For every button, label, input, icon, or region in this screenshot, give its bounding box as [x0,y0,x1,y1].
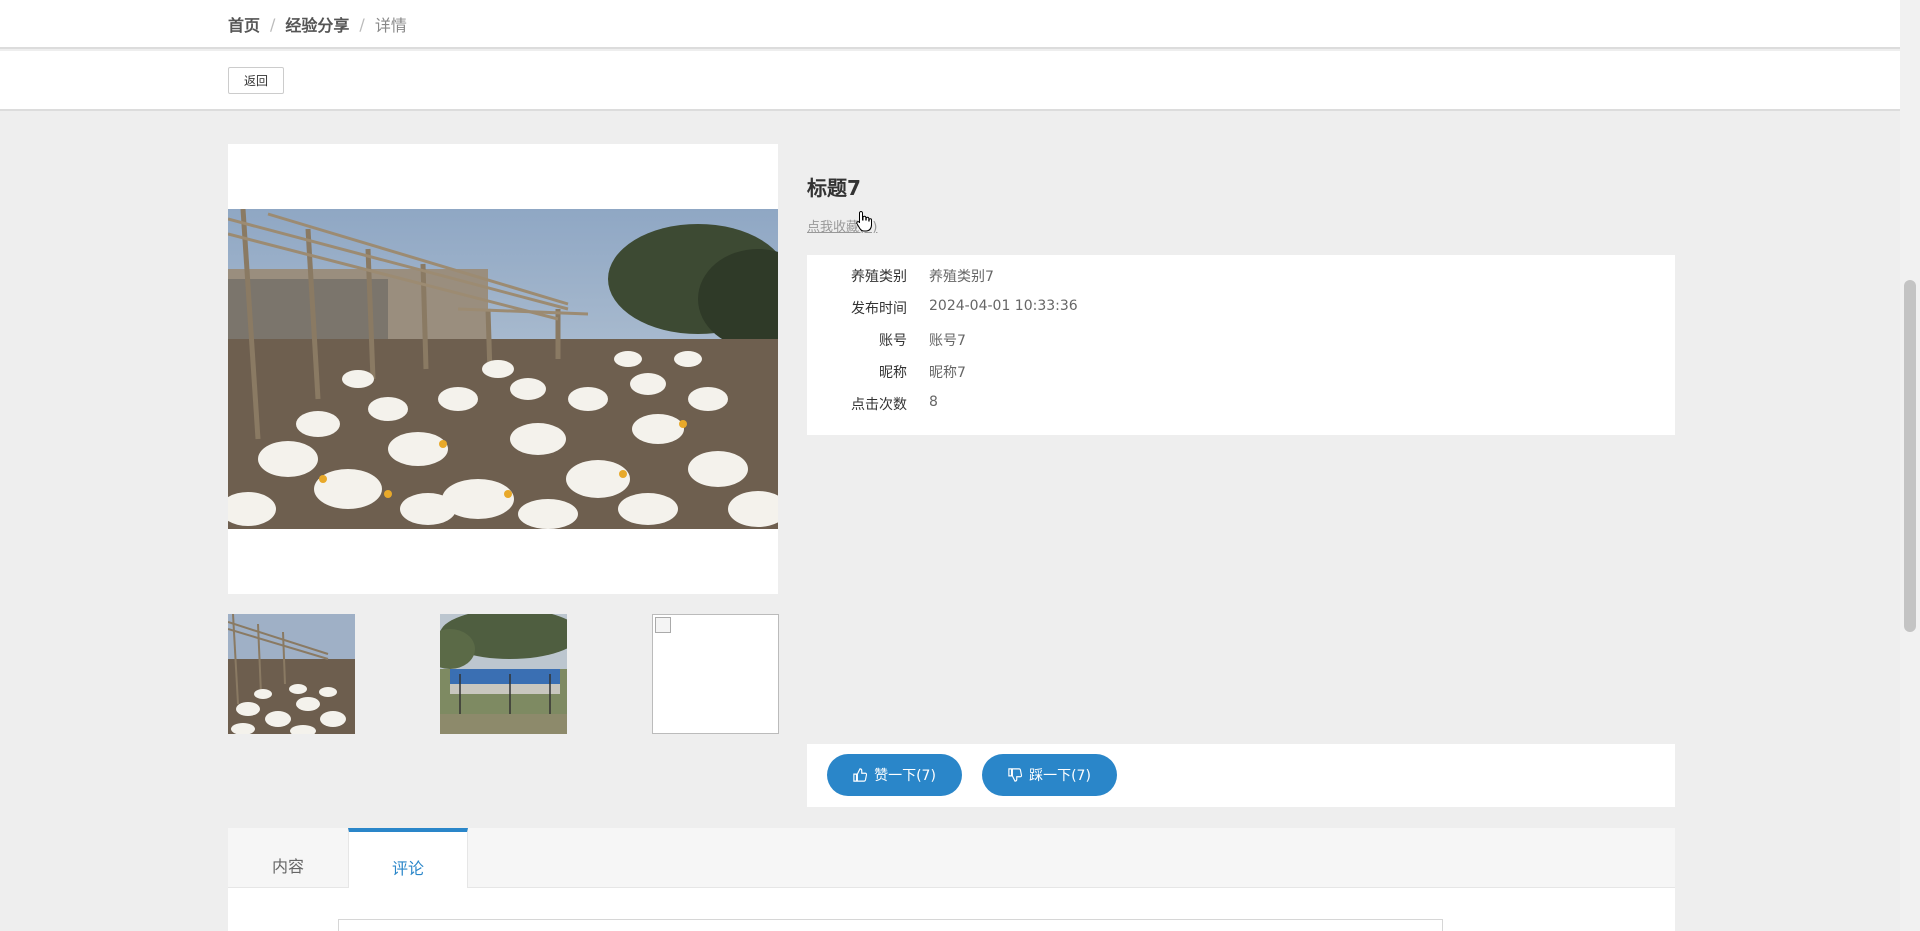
thumbs-down-icon [1008,768,1023,782]
broken-image-icon [655,617,671,633]
info-label: 发布时间 [851,301,907,317]
tab-content[interactable]: 内容 [228,828,348,888]
breadcrumb-section[interactable]: 经验分享 [285,12,349,36]
info-label: 昵称 [879,365,907,381]
info-card: 养殖类别 养殖类别7 发布时间 2024-04-01 10:33:36 账号 账… [807,255,1675,435]
page-scrollbar[interactable] [1900,0,1920,931]
info-value: 2024-04-01 10:33:36 [929,298,1078,314]
thumbnail-photo-farm [440,614,567,734]
info-value: 8 [929,394,938,410]
info-value: 昵称7 [929,365,966,381]
main-image-panel [228,144,778,594]
hand-cursor-icon [856,210,872,232]
like-label: 赞一下(7) [874,768,936,784]
info-row-time: 发布时间 2024-04-01 10:33:36 [807,298,1675,318]
vote-card: 赞一下(7) 踩一下(7) [807,744,1675,807]
back-button[interactable]: 返回 [228,67,284,94]
thumbnail-photo-ducks [228,614,355,734]
detail-tabs: 内容 评论 [228,828,1675,888]
dislike-button[interactable]: 踩一下(7) [982,754,1117,796]
dislike-label: 踩一下(7) [1029,768,1091,784]
tab-panel [228,888,1675,931]
main-photo-ducks [228,209,778,529]
like-button[interactable]: 赞一下(7) [827,754,962,796]
breadcrumb-separator: / [359,14,365,34]
info-label: 账号 [879,333,907,349]
action-bar: 返回 [0,51,1900,111]
info-label: 点击次数 [851,397,907,413]
breadcrumb-current: 详情 [374,16,407,35]
info-row-nickname: 昵称 昵称7 [807,362,1675,382]
info-label: 养殖类别 [851,269,907,285]
breadcrumb-home[interactable]: 首页 [228,12,260,36]
thumbnail-1[interactable] [228,614,355,734]
thumbnail-3[interactable] [652,614,779,734]
page-title: 标题7 [807,176,861,200]
scrollbar-thumb[interactable] [1904,280,1916,632]
breadcrumb-separator: / [270,14,276,34]
tab-comment[interactable]: 评论 [348,828,468,888]
comment-input[interactable] [338,919,1443,931]
info-value: 养殖类别7 [929,269,994,285]
thumbnail-2[interactable] [440,614,567,734]
info-row-category: 养殖类别 养殖类别7 [807,266,1675,286]
info-value: 账号7 [929,333,966,349]
top-bar: 首页 / 经验分享 / 详情 [0,0,1900,49]
breadcrumb: 首页 / 经验分享 / 详情 [228,12,407,36]
info-row-account: 账号 账号7 [807,330,1675,350]
info-row-clicks: 点击次数 8 [807,394,1675,414]
thumbs-up-icon [853,768,868,782]
